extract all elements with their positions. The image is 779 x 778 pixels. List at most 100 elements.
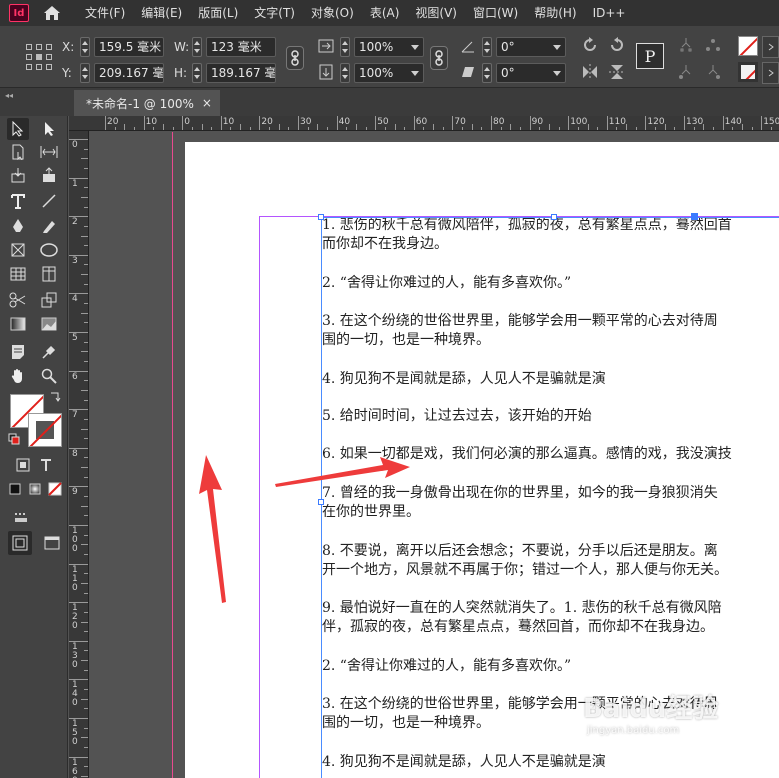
frame-handle-top-left[interactable] (318, 214, 324, 220)
ruler-v-minor-tick (84, 303, 88, 305)
scale-x-field[interactable]: 100% (354, 37, 424, 57)
constrain-scale-icon[interactable] (430, 46, 448, 70)
scale-y-stepper[interactable] (340, 63, 350, 83)
frame-in-port-handle[interactable] (691, 213, 698, 220)
menu-item-2[interactable]: 版面(L) (190, 0, 246, 26)
constrain-proportions-icon[interactable] (286, 46, 304, 70)
fill-swatch[interactable] (738, 36, 758, 56)
gap-tool-icon[interactable] (38, 141, 60, 163)
menu-item-6[interactable]: 视图(V) (407, 0, 465, 26)
table-tool-icon[interactable] (7, 263, 29, 285)
h-field[interactable]: 189.167 毫 (206, 63, 276, 83)
normal-view-icon[interactable] (8, 531, 32, 555)
menu-item-1[interactable]: 编辑(E) (133, 0, 190, 26)
x-stepper[interactable] (80, 37, 90, 57)
ruler-v-minor-tick (84, 457, 88, 459)
default-fill-stroke-icon[interactable] (7, 432, 21, 446)
grid-tool-icon[interactable] (38, 263, 60, 285)
select-content-icon[interactable] (705, 37, 721, 53)
rotate-ccw-icon[interactable] (607, 35, 627, 55)
ruler-h-minor-tick (712, 127, 714, 130)
ruler-h-minor-tick (703, 124, 705, 130)
flip-horizontal-icon[interactable] (580, 62, 600, 82)
menu-item-4[interactable]: 对象(O) (303, 0, 362, 26)
menu-item-5[interactable]: 表(A) (362, 0, 408, 26)
ruler-v-minor-tick (81, 621, 88, 623)
h-stepper[interactable] (192, 63, 202, 83)
scale-x-value: 100% (359, 40, 394, 54)
measure-tool-icon[interactable] (10, 505, 32, 527)
shear-stepper[interactable] (482, 63, 492, 83)
free-transform-tool-icon[interactable] (38, 289, 60, 311)
note-tool-icon[interactable] (7, 341, 29, 363)
content-placer-icon[interactable] (38, 164, 60, 186)
rotate-cw-icon[interactable] (580, 35, 600, 55)
home-icon[interactable] (41, 2, 63, 24)
ellipse-tool-icon[interactable] (38, 239, 60, 261)
select-container-icon[interactable] (678, 37, 694, 53)
stroke-swatch[interactable] (738, 62, 758, 82)
collapse-panel-icon[interactable]: ◂◂ (5, 91, 13, 100)
ruler-v-minor-tick (84, 476, 88, 478)
p-reference-icon[interactable]: P (636, 43, 664, 69)
select-next-icon[interactable] (705, 64, 721, 80)
formatting-text-icon[interactable] (35, 454, 57, 476)
formatting-container-icon[interactable] (12, 454, 34, 476)
ruler-v-label: 3 (72, 255, 78, 266)
shear-field[interactable]: 0° (496, 63, 566, 83)
reference-point-icon[interactable] (26, 44, 52, 70)
direct-selection-tool-icon[interactable] (38, 118, 60, 140)
flip-vertical-icon[interactable] (607, 62, 627, 82)
ruler-v-minor-tick (81, 196, 88, 198)
close-icon[interactable]: × (202, 96, 212, 110)
content-collector-icon[interactable] (7, 164, 29, 186)
scissors-tool-icon[interactable] (7, 289, 29, 311)
menu-item-8[interactable]: 帮助(H) (526, 0, 584, 26)
apply-color-icon[interactable] (4, 478, 26, 500)
rotate-stepper[interactable] (482, 37, 492, 57)
line-tool-icon[interactable] (38, 190, 60, 212)
vertical-ruler[interactable]: 0 1 2 3 4 5 6 7 8 9 100 110 120 130 140 150 160 (69, 131, 89, 778)
ruler-v-label: 6 (72, 371, 78, 382)
pen-tool-icon[interactable] (7, 215, 29, 237)
pencil-tool-icon[interactable] (38, 215, 60, 237)
apply-gradient-icon[interactable] (24, 478, 46, 500)
h-label: H: (174, 66, 188, 80)
horizontal-ruler[interactable]: 20 10 0 10 20 30 40 50 60 70 80 90 100 110 120 130 140 15… (69, 116, 779, 131)
menu-item-0[interactable]: 文件(F) (77, 0, 133, 26)
type-tool-icon[interactable] (7, 190, 29, 212)
apply-none-icon[interactable] (44, 478, 66, 500)
scale-y-field[interactable]: 100% (354, 63, 424, 83)
rotate-field[interactable]: 0° (496, 37, 566, 57)
fill-dropdown[interactable] (762, 36, 779, 58)
eyedropper-tool-icon[interactable] (38, 341, 60, 363)
frame-handle-top-middle[interactable] (551, 214, 557, 220)
x-field[interactable]: 159.5 毫米 (94, 37, 164, 57)
selection-tool-icon[interactable] (7, 118, 29, 140)
menu-item-7[interactable]: 窗口(W) (465, 0, 526, 26)
y-stepper[interactable] (80, 63, 90, 83)
page-tool-icon[interactable] (7, 141, 29, 163)
frame-handle-left-middle[interactable] (318, 499, 324, 505)
w-field[interactable]: 123 毫米 (206, 37, 276, 57)
indesign-logo-icon: Id (9, 4, 29, 22)
gradient-swatch-tool-icon[interactable] (7, 313, 29, 335)
zoom-tool-icon[interactable] (38, 365, 60, 387)
hand-tool-icon[interactable] (7, 365, 29, 387)
menu-item-9[interactable]: ID++ (585, 0, 634, 26)
select-previous-icon[interactable] (678, 64, 694, 80)
swap-fill-stroke-icon[interactable] (48, 390, 62, 404)
ruler-v-label: 0 (72, 140, 78, 150)
rectangle-frame-tool-icon[interactable] (7, 239, 29, 261)
screen-mode-icon[interactable] (40, 531, 64, 555)
stroke-dropdown[interactable] (762, 62, 779, 84)
y-field[interactable]: 209.167 毫 (94, 63, 164, 83)
stroke-color-swatch[interactable] (28, 413, 62, 447)
ruler-v-minor-tick (84, 264, 88, 266)
scale-x-stepper[interactable] (340, 37, 350, 57)
tab-document[interactable]: *未命名-1 @ 100% × (74, 90, 220, 116)
menu-bar: Id 文件(F) 编辑(E) 版面(L) 文字(T) 对象(O) 表(A) 视图(V) 窗口(… (0, 0, 779, 26)
menu-item-3[interactable]: 文字(T) (246, 0, 303, 26)
gradient-feather-tool-icon[interactable] (38, 313, 60, 335)
w-stepper[interactable] (192, 37, 202, 57)
